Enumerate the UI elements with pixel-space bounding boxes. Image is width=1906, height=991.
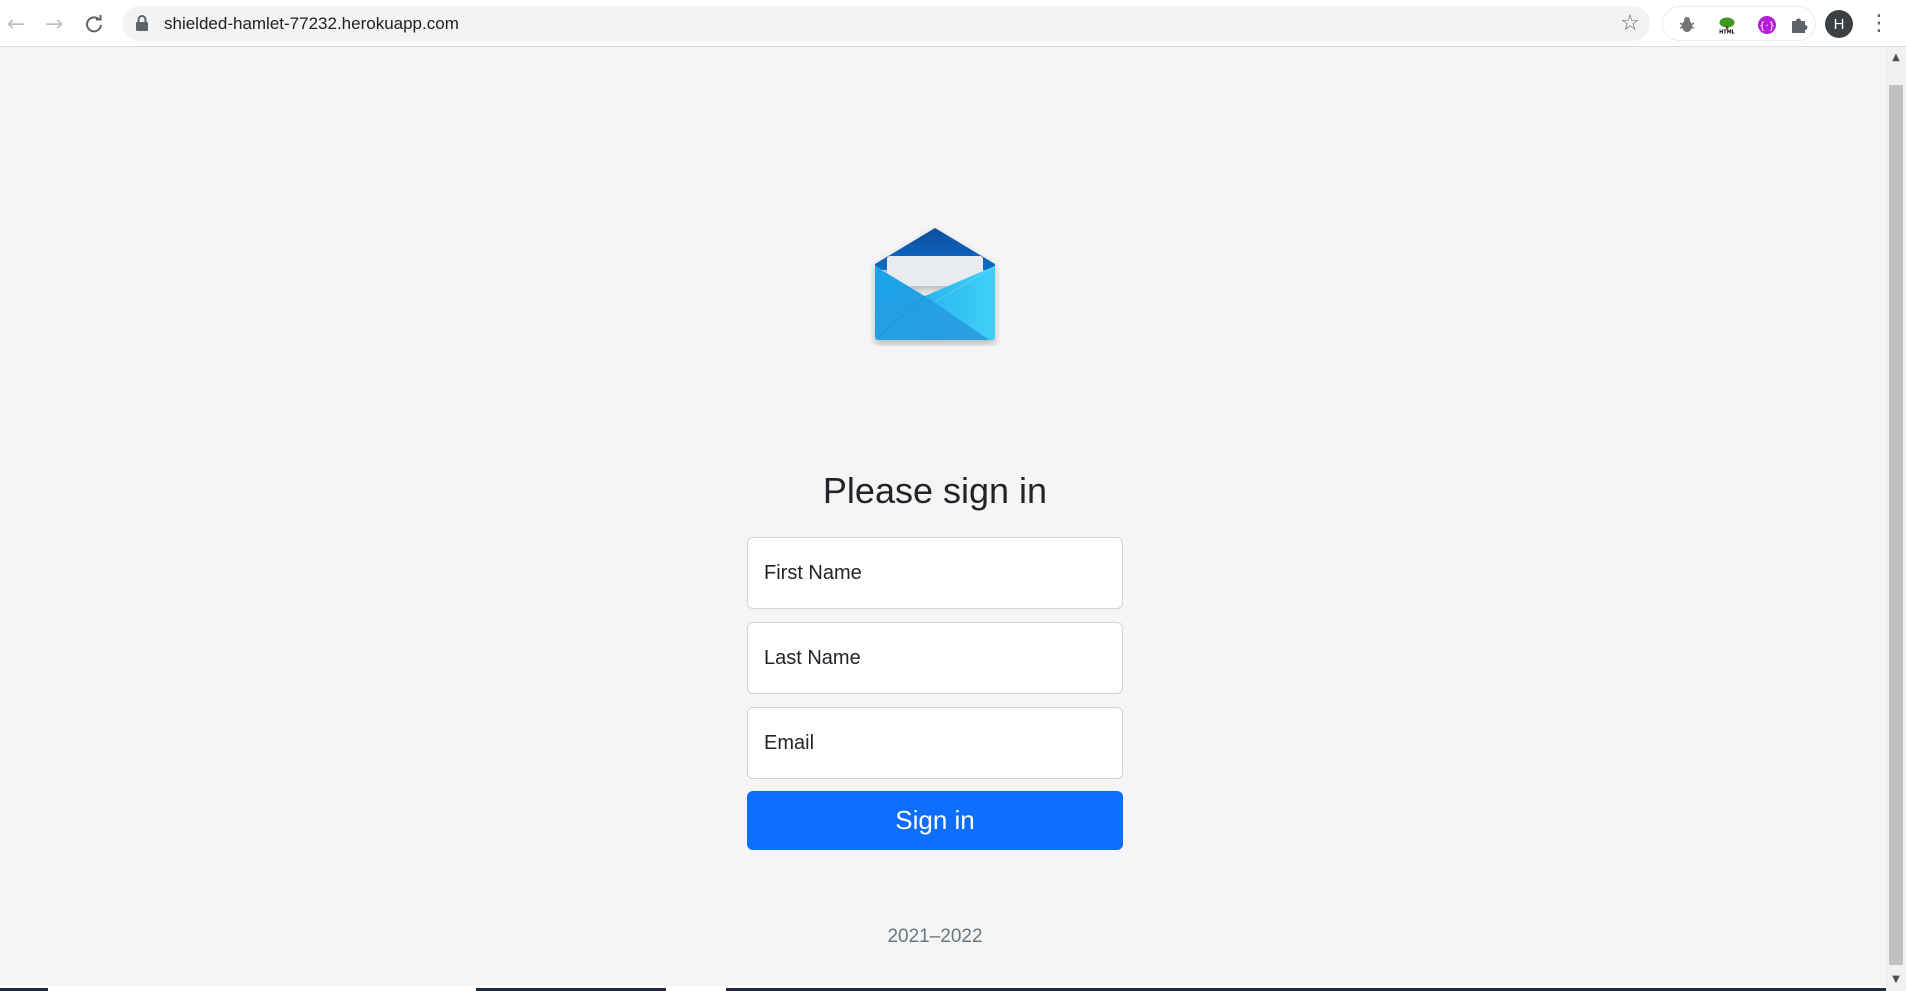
page-title: Please sign in [822,470,1048,511]
arrow-right-icon[interactable]: → [38,8,70,40]
copyright-years: 2021–2022 [887,926,983,947]
scrollbar-thumb[interactable] [1889,85,1903,965]
svg-text:{·}: {·} [1759,21,1775,32]
svg-text:HTML: HTML [1719,29,1736,35]
reload-icon[interactable] [78,8,110,40]
bug-extension-icon[interactable] [1677,15,1697,35]
scroll-up-icon[interactable]: ▲ [1886,49,1906,67]
html-tree-extension-icon[interactable]: HTML [1717,15,1737,35]
puzzle-extension-icon[interactable] [1789,15,1809,35]
purple-extension-icon[interactable]: {·} [1757,15,1777,35]
browser-toolbar: ← → shielded-hamlet-77232.herokuapp.com … [0,0,1906,47]
email-field[interactable] [747,707,1123,779]
address-bar[interactable]: shielded-hamlet-77232.herokuapp.com ☆ [122,6,1650,41]
extensions-area: HTML {·} [1662,6,1816,41]
vertical-scrollbar[interactable]: ▲ ▼ [1886,47,1906,991]
arrow-left-icon[interactable]: ← [0,8,32,40]
lock-icon[interactable] [135,15,149,31]
scroll-down-icon[interactable]: ▼ [1886,971,1906,989]
open-envelope-mail-logo [874,228,996,341]
last-name-field[interactable] [747,622,1123,694]
first-name-field[interactable] [747,537,1123,609]
sign-in-button[interactable]: Sign in [747,791,1123,850]
kebab-menu-icon[interactable]: ⋮ [1868,9,1890,39]
taskbar-strip [0,986,1886,991]
star-icon[interactable]: ☆ [1620,11,1640,36]
url-text[interactable]: shielded-hamlet-77232.herokuapp.com [164,14,459,34]
profile-avatar[interactable]: H [1825,10,1853,38]
